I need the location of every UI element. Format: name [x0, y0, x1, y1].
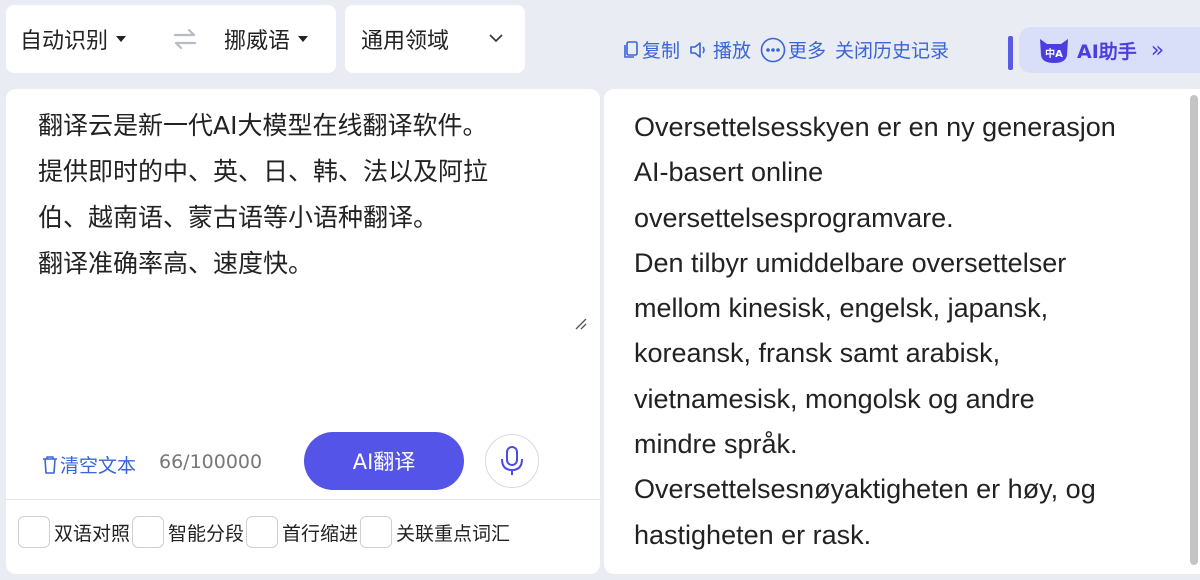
source-language-label: 自动识别 — [20, 29, 109, 54]
source-text-line: 翻译准确率高、速度快。 — [38, 249, 314, 278]
ai-assistant-button[interactable]: 中A AI助手 » — [1019, 27, 1200, 73]
translation-line: Oversettelsesnøyaktigheten er høy, og — [634, 474, 1096, 505]
source-text-line: 提供即时的中、英、日、韩、法以及阿拉 — [38, 157, 489, 186]
more-button[interactable]: 更多 — [760, 36, 826, 63]
source-language-dropdown[interactable]: 自动识别 — [20, 23, 127, 55]
checkbox[interactable] — [360, 516, 393, 548]
divider — [6, 499, 600, 500]
translation-options: 双语对照 智能分段 首行缩进 关联重点词汇 — [18, 516, 512, 548]
character-counter: 66/100000 — [159, 451, 263, 473]
checkbox[interactable] — [132, 516, 165, 548]
microphone-icon — [501, 446, 523, 475]
ai-translate-label: AI翻译 — [352, 450, 416, 474]
double-chevron-right-icon: » — [1150, 37, 1165, 63]
translation-line: hastigheten er rask. — [634, 519, 872, 550]
option-label: 关联重点词汇 — [396, 522, 511, 545]
translation-line: vietnamesisk, mongolsk og andre — [634, 383, 1035, 414]
voice-input-button[interactable] — [485, 434, 539, 488]
checkbox[interactable] — [246, 516, 279, 548]
more-dots-icon — [760, 37, 786, 62]
play-button[interactable]: 播放 — [689, 36, 751, 63]
source-text-line: 伯、越南语、蒙古语等小语种翻译。 — [38, 203, 439, 232]
checkbox[interactable] — [18, 516, 50, 548]
close-history-button[interactable]: 关闭历史记录 — [835, 36, 949, 63]
close-history-label: 关闭历史记录 — [835, 40, 950, 62]
chevron-down-icon — [489, 34, 503, 43]
translation-line: AI-basert online — [634, 157, 824, 188]
translation-output: Oversettelsesskyen er en ny generasjon A… — [634, 105, 1174, 558]
caret-down-icon — [116, 36, 127, 42]
play-label: 播放 — [713, 40, 752, 62]
output-toolbar: 复制 播放 更多 关闭历史记录 — [622, 36, 958, 63]
translation-panel: Oversettelsesskyen er en ny generasjon A… — [604, 89, 1200, 574]
ai-cat-icon: 中A — [1040, 39, 1068, 63]
source-text-line: 翻译云是新一代AI大模型在线翻译软件。 — [38, 111, 488, 140]
option-related-keywords[interactable]: 关联重点词汇 — [360, 516, 510, 548]
option-bilingual[interactable]: 双语对照 — [18, 516, 130, 548]
clear-text-label: 清空文本 — [60, 455, 137, 477]
translation-line: Den tilbyr umiddelbare oversettelser — [634, 247, 1067, 278]
copy-label: 复制 — [642, 40, 681, 62]
source-panel: 翻译云是新一代AI大模型在线翻译软件。 提供即时的中、英、日、韩、法以及阿拉 伯… — [6, 89, 600, 574]
language-selector: 自动识别 挪威语 — [6, 5, 336, 73]
translation-line: mindre språk. — [634, 429, 798, 460]
option-label: 双语对照 — [54, 522, 131, 545]
more-label: 更多 — [788, 40, 827, 62]
option-smart-paragraph[interactable]: 智能分段 — [132, 516, 244, 548]
option-first-line-indent[interactable]: 首行缩进 — [246, 516, 358, 548]
copy-icon — [624, 40, 638, 58]
ai-cat-icon-text: 中A — [1045, 47, 1063, 60]
swap-arrows-icon[interactable] — [171, 27, 199, 51]
target-language-label: 挪威语 — [224, 29, 291, 54]
target-language-dropdown[interactable]: 挪威语 — [224, 23, 309, 55]
translation-line: oversettelsesprogramvare. — [634, 202, 954, 233]
option-label: 首行缩进 — [282, 522, 359, 545]
domain-dropdown[interactable]: 通用领域 — [345, 5, 525, 73]
scrollbar[interactable] — [1190, 95, 1198, 565]
translation-line: Oversettelsesskyen er en ny generasjon — [634, 112, 1116, 142]
option-label: 智能分段 — [168, 522, 245, 545]
caret-down-icon — [298, 36, 309, 42]
trash-icon — [43, 455, 57, 474]
copy-button[interactable]: 复制 — [622, 36, 680, 63]
resize-handle-icon[interactable] — [573, 316, 587, 330]
source-text-area[interactable]: 翻译云是新一代AI大模型在线翻译软件。 提供即时的中、英、日、韩、法以及阿拉 伯… — [38, 103, 578, 287]
ai-assistant-label: AI助手 — [1077, 40, 1137, 63]
translation-line: mellom kinesisk, engelsk, japansk, — [634, 293, 1049, 324]
speaker-icon — [690, 41, 705, 58]
clear-text-button[interactable]: 清空文本 — [40, 451, 136, 478]
divider-bar — [1008, 36, 1013, 70]
ai-translate-button[interactable]: AI翻译 — [304, 432, 464, 490]
domain-label: 通用领域 — [361, 29, 450, 54]
translation-line: koreansk, fransk samt arabisk, — [634, 338, 1001, 369]
